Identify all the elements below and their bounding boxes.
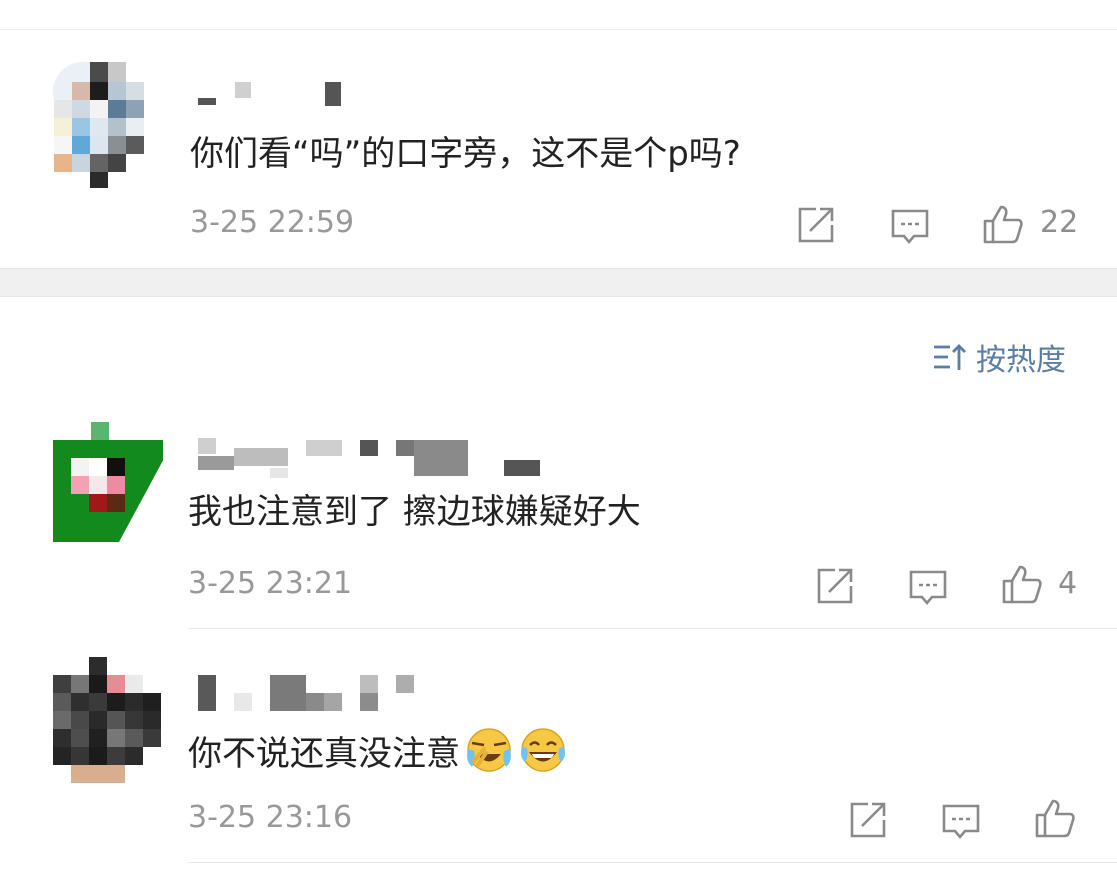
comment-divider (188, 628, 1117, 629)
avatar[interactable] (53, 657, 163, 783)
comment-divider (188, 862, 1117, 863)
comment-timestamp: 3-25 22:59 (190, 205, 355, 240)
avatar[interactable] (38, 62, 156, 190)
like-count: 4 (1058, 566, 1078, 601)
comment-timestamp: 3-25 23:16 (188, 800, 353, 835)
comment-text-body: 你不说还真没注意 (188, 734, 460, 774)
reply-icon[interactable] (890, 207, 930, 247)
top-divider (0, 29, 1117, 30)
like-icon[interactable] (1034, 797, 1075, 838)
share-icon[interactable] (815, 566, 855, 606)
username-blurred[interactable] (198, 438, 543, 478)
reply-icon[interactable] (941, 802, 981, 842)
comment-text: 你不说还真没注意 (188, 727, 568, 782)
like-count: 22 (1040, 205, 1079, 240)
comment-text: 你们看“吗”的口字旁，这不是个p吗? (190, 134, 741, 174)
avatar[interactable] (53, 422, 165, 546)
like-icon[interactable] (1001, 563, 1042, 604)
comment-text: 我也注意到了 擦边球嫌疑好大 (188, 492, 641, 532)
laughing-emoji-icon (518, 727, 568, 782)
share-icon[interactable] (848, 800, 888, 840)
share-icon[interactable] (796, 205, 836, 245)
reply-icon[interactable] (908, 568, 948, 608)
sort-icon (934, 344, 966, 370)
comment-timestamp: 3-25 23:21 (188, 566, 353, 601)
section-gap (0, 268, 1117, 297)
sort-by-hot-button[interactable]: 按热度 (932, 335, 1066, 379)
username-blurred[interactable] (195, 78, 355, 108)
username-blurred[interactable] (198, 675, 428, 711)
sort-label: 按热度 (976, 343, 1066, 378)
like-icon[interactable] (982, 203, 1023, 244)
crying-laughing-emoji-icon (464, 727, 514, 782)
